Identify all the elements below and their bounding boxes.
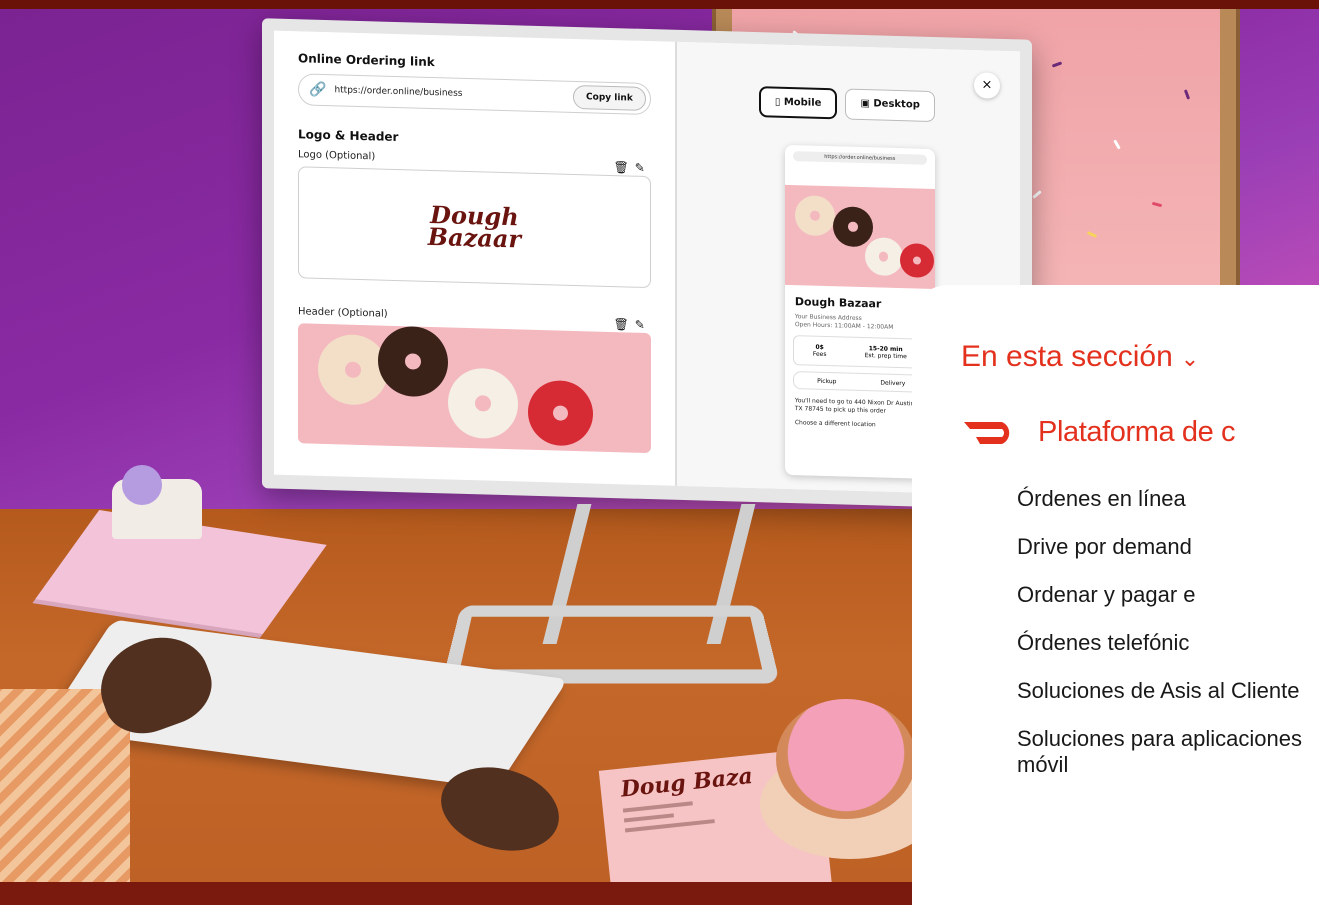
header-image[interactable] bbox=[298, 323, 651, 454]
close-button[interactable]: × bbox=[974, 72, 1000, 99]
monitor-screen: Online Ordering link 🔗 https://order.onl… bbox=[274, 30, 1020, 496]
donut-image bbox=[528, 379, 593, 447]
mobile-toggle[interactable]: ▯ Mobile bbox=[758, 86, 838, 120]
top-bar bbox=[0, 0, 1319, 9]
donut-image bbox=[318, 333, 388, 406]
plate-donut bbox=[776, 699, 916, 819]
nav-item-phone-orders[interactable]: Órdenes telefónic bbox=[1017, 630, 1319, 656]
nav-item-mobile-apps[interactable]: Soluciones para aplicaciones móvil bbox=[1017, 726, 1319, 778]
donut-image bbox=[864, 237, 903, 277]
preview-hero-image bbox=[784, 184, 935, 290]
pencil-icon[interactable]: ✎ bbox=[635, 317, 651, 331]
pickup-delivery-toggle: Pickup Delivery bbox=[792, 371, 927, 393]
copy-link-button[interactable]: Copy link bbox=[573, 84, 646, 111]
donut-image bbox=[794, 195, 835, 237]
nav-item-customer-support[interactable]: Soluciones de Asis al Cliente bbox=[1017, 678, 1319, 704]
logo-upload-box[interactable]: Dough Bazaar bbox=[298, 166, 651, 289]
settings-pane: Online Ordering link 🔗 https://order.onl… bbox=[274, 30, 677, 486]
ordering-link-label: Online Ordering link bbox=[298, 51, 435, 70]
store-name: Dough Bazaar bbox=[794, 295, 882, 311]
dough-bazaar-logo: Dough Bazaar bbox=[427, 199, 522, 254]
donut-image bbox=[448, 367, 518, 440]
header-optional-label: Header (Optional) bbox=[298, 306, 388, 320]
desktop-toggle[interactable]: ▣ Desktop bbox=[845, 88, 935, 123]
nav-item-drive-on-demand[interactable]: Drive por demand bbox=[1017, 534, 1319, 560]
platform-title[interactable]: Plataforma de c bbox=[1038, 416, 1236, 449]
phone-icon: ▯ bbox=[774, 96, 784, 108]
logo-optional-label: Logo (Optional) bbox=[298, 149, 376, 163]
doordash-logo-icon bbox=[964, 422, 1010, 444]
pencil-icon[interactable]: ✎ bbox=[635, 160, 651, 174]
trash-icon[interactable]: 🗑 bbox=[614, 160, 635, 175]
section-nav-list: Órdenes en línea Drive por demand Ordena… bbox=[1017, 486, 1319, 800]
donut-image bbox=[832, 206, 873, 248]
ordering-link-field[interactable]: 🔗 https://order.online/business Copy lin… bbox=[298, 73, 651, 116]
change-location-link[interactable]: Choose a different location bbox=[795, 419, 925, 431]
pickup-note: You'll need to go to 440 Nixon Dr Austin… bbox=[795, 397, 925, 431]
store-stats: 0$ Fees 15-20 min Est. prep time bbox=[792, 335, 927, 369]
trash-icon[interactable]: 🗑 bbox=[614, 317, 635, 332]
browser-url-bar: https://order.online/business bbox=[792, 151, 927, 165]
donut-image bbox=[378, 325, 448, 398]
desktop-icon: ▣ bbox=[860, 97, 874, 110]
store-address: Your Business Address Open Hours: 11:00A… bbox=[794, 313, 894, 331]
ordering-link-url: https://order.online/business bbox=[334, 85, 463, 99]
pickup-tab[interactable]: Pickup bbox=[794, 377, 860, 386]
chevron-down-icon: ⌄ bbox=[1180, 346, 1200, 371]
nav-item-order-and-pay[interactable]: Ordenar y pagar e bbox=[1017, 582, 1319, 608]
logo-header-heading: Logo & Header bbox=[298, 127, 399, 145]
section-title[interactable]: En esta sección ⌄ bbox=[961, 340, 1199, 374]
view-toggle: ▯ Mobile ▣ Desktop bbox=[758, 86, 935, 123]
nav-item-online-orders[interactable]: Órdenes en línea bbox=[1017, 486, 1319, 512]
donut-image bbox=[899, 243, 934, 279]
tape-dispenser bbox=[112, 465, 202, 539]
link-icon: 🔗 bbox=[309, 81, 327, 99]
